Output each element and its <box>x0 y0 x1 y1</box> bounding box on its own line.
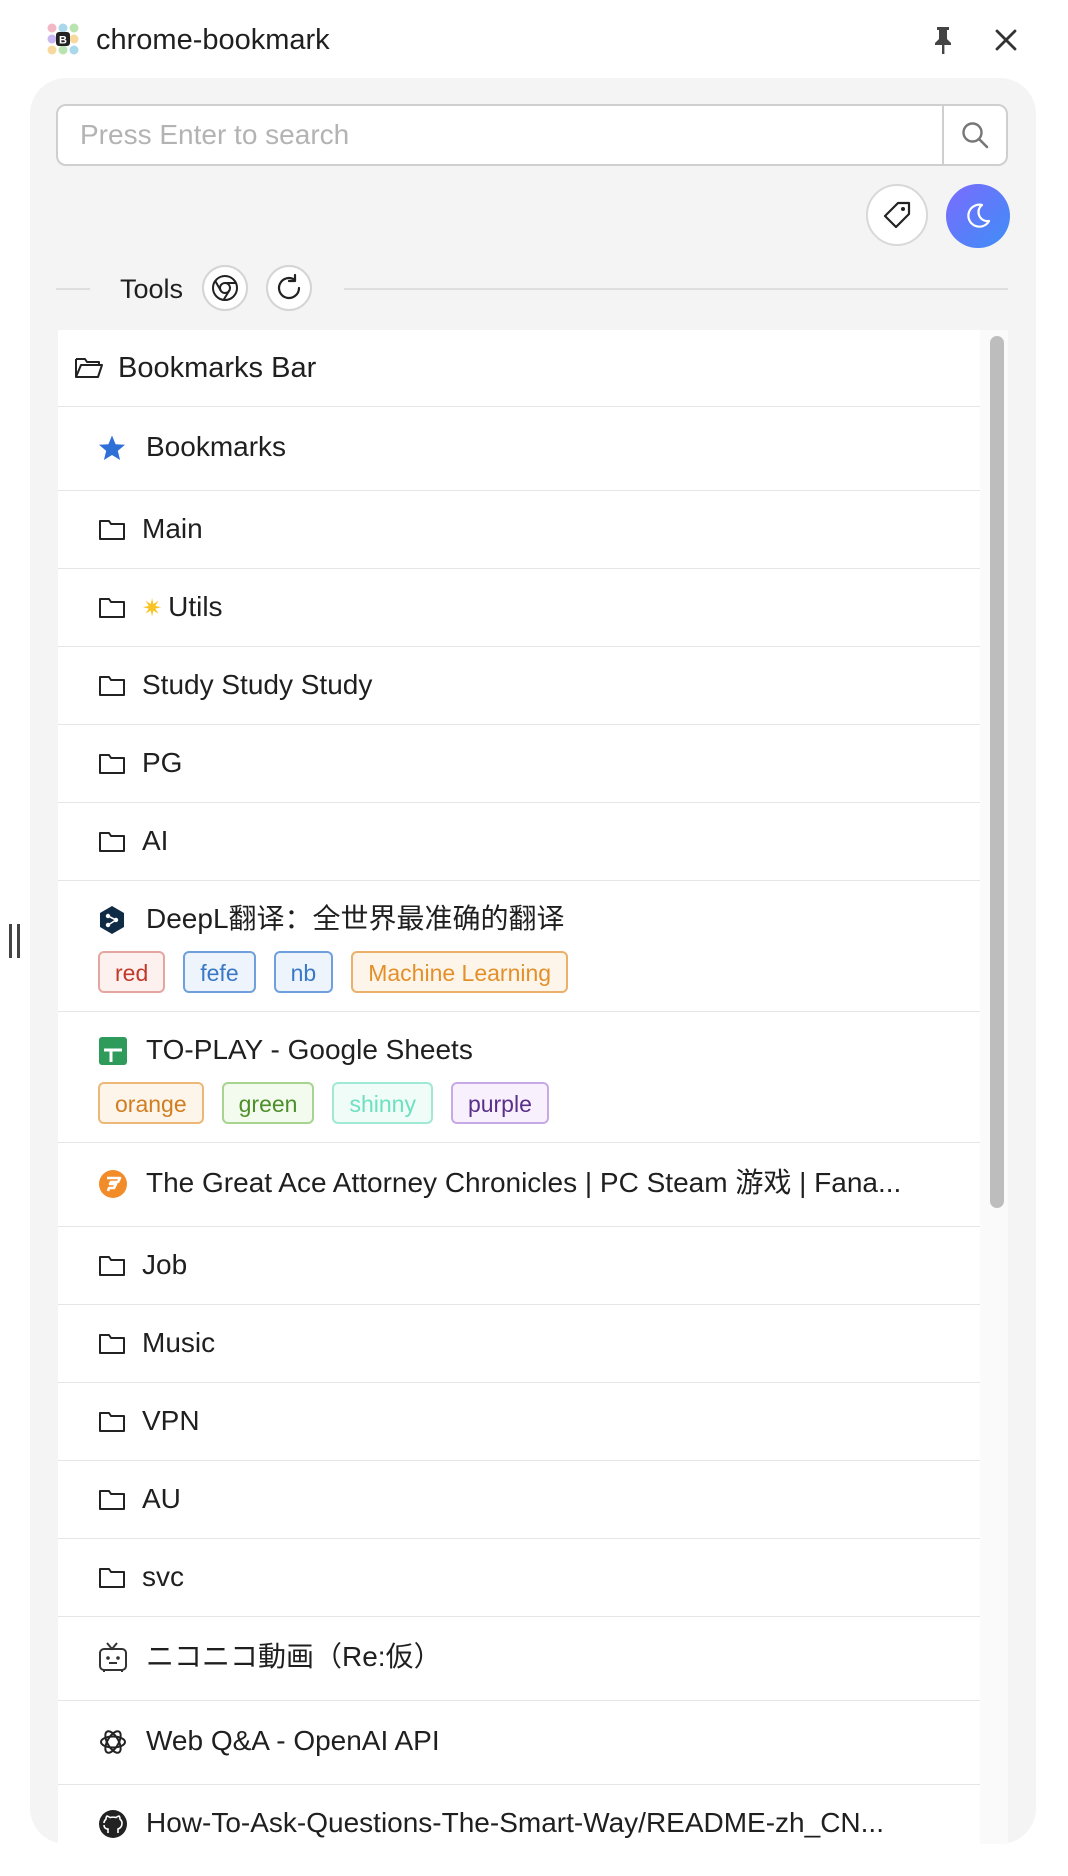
tag-filter-button[interactable] <box>866 184 928 246</box>
main-panel: Tools Bookmarks Bar <box>30 78 1036 1844</box>
tag-list: red fefe nb Machine Learning <box>98 951 569 993</box>
list-item-folder[interactable]: AI <box>58 803 980 881</box>
title-bar: B chrome-bookmark <box>0 0 1068 80</box>
tools-divider: Tools <box>56 260 1008 316</box>
tools-label: Tools <box>120 274 184 304</box>
list-item-folder[interactable]: Music <box>58 1305 980 1383</box>
chrome-bookmarks-button[interactable] <box>202 265 248 311</box>
svg-text:B: B <box>59 35 67 47</box>
list-item-bookmark[interactable]: Web Q&A - OpenAI API <box>58 1701 980 1785</box>
list-item-bookmark[interactable]: DeepL翻译：全世界最准确的翻译 red fefe nb Machine Le… <box>58 881 980 1012</box>
list-item-folder[interactable]: Job <box>58 1227 980 1305</box>
refresh-icon <box>277 273 301 300</box>
list-item-label: DeepL翻译：全世界最准确的翻译 <box>146 903 565 934</box>
list-item-label: Job <box>142 1249 188 1280</box>
list-item-label: VPN <box>142 1405 200 1436</box>
list-item-folder[interactable]: Study Study Study <box>58 647 980 725</box>
list-item-bookmarks[interactable]: Bookmarks <box>58 407 980 491</box>
list-item-label: How-To-Ask-Questions-The-Smart-Way/READM… <box>146 1807 884 1838</box>
list-item-label: AI <box>142 825 169 856</box>
folder-icon <box>99 1412 125 1432</box>
folder-icon <box>99 520 125 540</box>
list-item-folder[interactable]: svc <box>58 1539 980 1617</box>
folder-icon <box>99 1568 125 1588</box>
folder-icon <box>99 754 125 774</box>
list-item-label: ✷ Utils <box>142 589 223 626</box>
folder-header[interactable]: Bookmarks Bar <box>58 330 980 407</box>
pin-icon[interactable] <box>928 24 958 56</box>
list-item-label: Bookmarks <box>146 431 287 462</box>
list-item-label: svc <box>142 1561 184 1592</box>
search-icon <box>962 122 989 149</box>
tag-chip[interactable]: shinny <box>332 1082 433 1124</box>
glowing-star-icon: ✷ <box>142 594 163 622</box>
openai-icon <box>100 1730 126 1754</box>
search-button[interactable] <box>942 106 1006 164</box>
niconico-icon <box>99 1642 127 1672</box>
list-item-bookmark[interactable]: How-To-Ask-Questions-The-Smart-Way/READM… <box>58 1785 980 1844</box>
list-item-label: Main <box>142 513 203 544</box>
list-item-folder[interactable]: VPN <box>58 1383 980 1461</box>
search-input[interactable] <box>58 106 942 164</box>
list-item-label: Web Q&A - OpenAI API <box>146 1725 440 1756</box>
folder-icon <box>99 1256 125 1276</box>
chrome-icon <box>212 275 238 301</box>
folder-open-icon <box>75 358 103 378</box>
tag-list: orange green shinny purple <box>98 1082 549 1124</box>
folder-icon <box>99 1490 125 1510</box>
tag-chip[interactable]: red <box>98 951 166 993</box>
list-item-label: AU <box>142 1483 181 1514</box>
list-item-bookmark[interactable]: The Great Ace Attorney Chronicles | PC S… <box>58 1143 980 1227</box>
dark-mode-toggle[interactable] <box>946 184 1010 248</box>
tag-chip[interactable]: nb <box>273 951 334 993</box>
list-item-label: The Great Ace Attorney Chronicles | PC S… <box>146 1167 902 1198</box>
app-logo-icon: B <box>47 23 79 55</box>
folder-header-label: Bookmarks Bar <box>118 352 317 384</box>
scrollbar-thumb[interactable] <box>990 336 1004 1208</box>
divider-line <box>344 288 1008 290</box>
tag-chip[interactable]: fefe <box>183 951 256 993</box>
folder-icon <box>99 832 125 852</box>
close-icon[interactable] <box>990 24 1022 56</box>
tag-chip[interactable]: green <box>221 1082 315 1124</box>
resize-handle[interactable] <box>6 924 24 958</box>
github-icon <box>99 1810 127 1838</box>
list-item-label-text: Utils <box>168 591 223 622</box>
list-item-label: ニコニコ動画（Re:仮） <box>146 1641 442 1672</box>
star-icon <box>99 435 125 460</box>
list-item-folder[interactable]: Main <box>58 491 980 569</box>
list-item-label: PG <box>142 747 183 778</box>
tag-chip[interactable]: orange <box>98 1082 204 1124</box>
tag-chip[interactable]: purple <box>450 1082 549 1124</box>
search-box <box>56 104 1008 166</box>
list-item-label: TO-PLAY - Google Sheets <box>146 1034 473 1065</box>
tag-icon <box>883 201 911 229</box>
divider-line <box>56 288 90 290</box>
folder-icon <box>99 598 125 618</box>
list-item-label: Music <box>142 1327 216 1358</box>
deepl-icon <box>100 906 124 934</box>
list-item-label: Study Study Study <box>142 669 373 700</box>
list-item-bookmark[interactable]: TO-PLAY - Google Sheets orange green shi… <box>58 1012 980 1143</box>
bookmark-list: Bookmarks Bar Bookmarks Main ✷ Utils Stud… <box>58 330 980 1844</box>
tag-chip[interactable]: Machine Learning <box>351 951 569 993</box>
list-item-folder[interactable]: ✷ Utils <box>58 569 980 647</box>
folder-icon <box>99 1334 125 1354</box>
list-item-folder[interactable]: PG <box>58 725 980 803</box>
list-item-bookmark[interactable]: ニコニコ動画（Re:仮） <box>58 1617 980 1701</box>
folder-icon <box>99 676 125 696</box>
google-sheets-icon <box>99 1037 127 1065</box>
fanatical-icon <box>99 1170 127 1198</box>
moon-icon <box>967 203 991 228</box>
list-item-folder[interactable]: AU <box>58 1461 980 1539</box>
app-title: chrome-bookmark <box>96 24 330 56</box>
refresh-button[interactable] <box>266 265 312 311</box>
